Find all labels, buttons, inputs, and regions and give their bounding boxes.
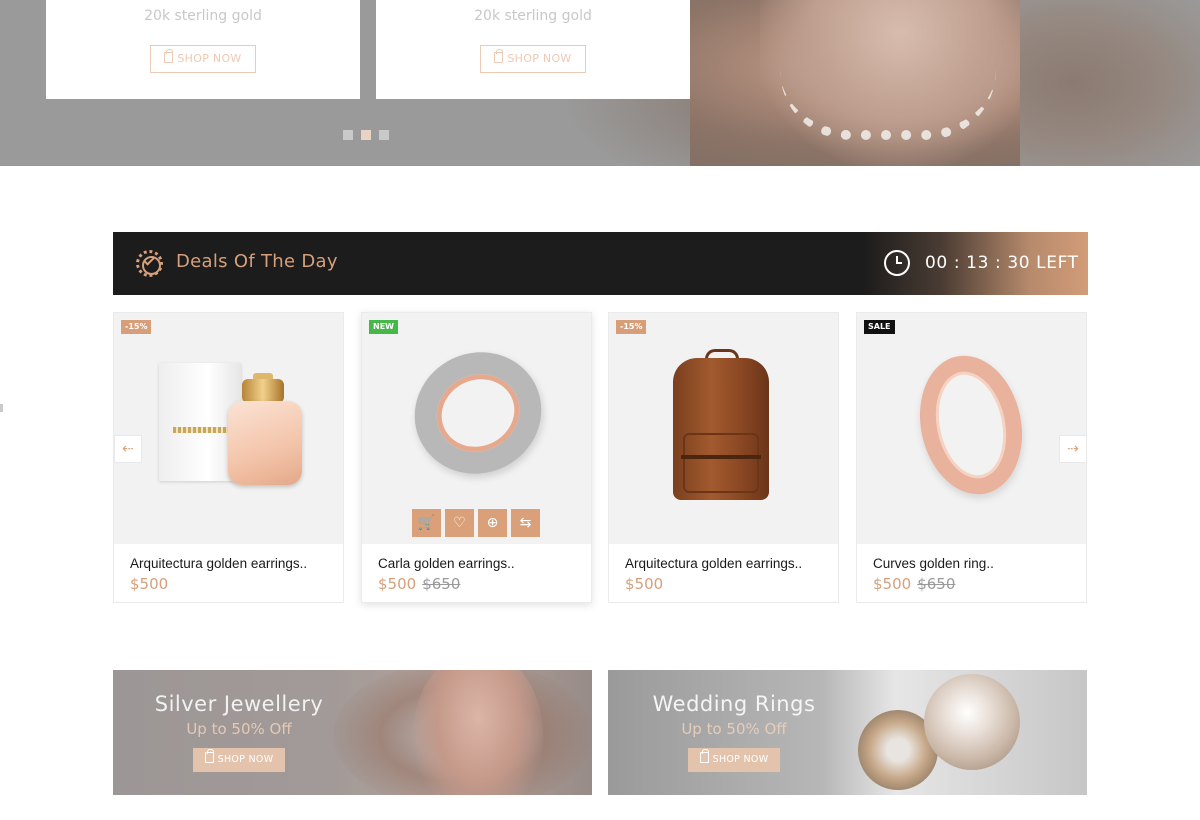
shop-now-button[interactable]: SHOP NOW xyxy=(688,748,780,772)
silver-rose-ring-image xyxy=(394,331,562,495)
slider-dot-active[interactable] xyxy=(361,130,371,140)
rose-gold-ring-image xyxy=(907,346,1035,504)
product-image[interactable]: -15% xyxy=(609,313,838,544)
product-card[interactable]: -15% Arquitectura golden earrings.. $500 xyxy=(608,312,839,603)
product-info: Arquitectura golden earrings.. $500 xyxy=(130,556,307,593)
perfume-bottle xyxy=(228,401,302,485)
product-price: $500 xyxy=(625,575,802,593)
shop-now-label: SHOP NOW xyxy=(507,52,572,65)
new-badge: NEW xyxy=(369,320,398,334)
deals-of-the-day-header: Deals Of The Day 00 : 13 : 30 LEFT xyxy=(113,232,1088,295)
hero-promo-card: 20k sterling gold SHOP NOW xyxy=(46,0,360,99)
quick-view-button[interactable]: ⊕ xyxy=(478,509,507,537)
product-info: Arquitectura golden earrings.. $500 xyxy=(625,556,802,593)
heart-icon: ♡ xyxy=(453,515,466,531)
product-card[interactable]: SALE Curves golden ring.. $500 $650 xyxy=(856,312,1087,603)
product-image[interactable]: SALE xyxy=(857,313,1086,544)
product-name[interactable]: Arquitectura golden earrings.. xyxy=(130,556,307,571)
banner-image-model xyxy=(413,670,543,795)
slider-dot[interactable] xyxy=(379,130,389,140)
current-price: $500 xyxy=(873,575,912,593)
promo-banner-silver[interactable]: Silver Jewellery Up to 50% Off SHOP NOW xyxy=(113,670,592,795)
clock-icon xyxy=(884,250,910,276)
hero-image-hair-right xyxy=(1020,0,1200,166)
product-info: Curves golden ring.. $500 $650 xyxy=(873,556,994,593)
side-indicator xyxy=(0,404,3,412)
hero-promo-card: 20k sterling gold SHOP NOW xyxy=(376,0,690,99)
arrow-left-icon: ⇠ xyxy=(122,441,134,457)
hero-card-subtitle: 20k sterling gold xyxy=(474,8,592,24)
old-price: $650 xyxy=(917,575,956,593)
countdown-timer: 00 : 13 : 30 LEFT xyxy=(925,253,1079,273)
shop-now-label: SHOP NOW xyxy=(217,754,274,765)
arrow-right-icon: ⇢ xyxy=(1067,441,1079,457)
zoom-icon: ⊕ xyxy=(486,515,499,531)
product-info: Carla golden earrings.. $500 $650 xyxy=(378,556,515,593)
product-card[interactable]: NEW 🛒 ♡ ⊕ ⇆ Carla golden earrings.. $500… xyxy=(361,312,592,603)
carousel-next-button[interactable]: ⇢ xyxy=(1059,435,1087,463)
sale-badge: SALE xyxy=(864,320,895,334)
deals-title: Deals Of The Day xyxy=(176,251,338,272)
product-price: $500 $650 xyxy=(378,575,515,593)
product-image[interactable]: -15% xyxy=(114,313,343,544)
product-actions: 🛒 ♡ ⊕ ⇆ xyxy=(412,509,540,537)
product-image[interactable]: NEW 🛒 ♡ ⊕ ⇆ xyxy=(362,313,591,544)
shop-now-label: SHOP NOW xyxy=(712,754,769,765)
cart-icon: 🛒 xyxy=(417,515,436,531)
current-price: $500 xyxy=(130,575,169,593)
discount-badge: -15% xyxy=(616,320,647,334)
add-to-cart-button[interactable]: 🛒 xyxy=(412,509,441,537)
compare-icon: ⇆ xyxy=(519,515,532,531)
product-name[interactable]: Curves golden ring.. xyxy=(873,556,994,571)
carousel-prev-button[interactable]: ⇠ xyxy=(114,435,142,463)
slider-pagination xyxy=(343,130,389,140)
shopping-bag-icon xyxy=(164,49,174,63)
discount-badge: -15% xyxy=(121,320,152,334)
perfume-cap xyxy=(242,379,284,403)
banner-subtitle: Up to 50% Off xyxy=(681,720,787,738)
current-price: $500 xyxy=(378,575,417,593)
banner-title: Wedding Rings xyxy=(652,692,816,716)
hero-card-subtitle: 20k sterling gold xyxy=(144,8,262,24)
shopping-bag-icon xyxy=(204,749,214,763)
product-price: $500 $650 xyxy=(873,575,994,593)
shop-now-button[interactable]: SHOP NOW xyxy=(193,748,285,772)
compare-button[interactable]: ⇆ xyxy=(511,509,540,537)
product-price: $500 xyxy=(130,575,307,593)
slider-dot[interactable] xyxy=(343,130,353,140)
shopping-bag-icon xyxy=(699,749,709,763)
current-price: $500 xyxy=(625,575,664,593)
banner-image-ring-large xyxy=(924,674,1020,770)
hero-slider: 20k sterling gold SHOP NOW 20k sterling … xyxy=(0,0,1200,166)
old-price: $650 xyxy=(422,575,461,593)
product-card[interactable]: -15% Arquitectura golden earrings.. $500 xyxy=(113,312,344,603)
shop-now-button[interactable]: SHOP NOW xyxy=(480,45,586,73)
product-name[interactable]: Arquitectura golden earrings.. xyxy=(625,556,802,571)
wishlist-button[interactable]: ♡ xyxy=(445,509,474,537)
promo-banner-wedding[interactable]: Wedding Rings Up to 50% Off SHOP NOW xyxy=(608,670,1087,795)
banner-title: Silver Jewellery xyxy=(154,692,324,716)
shopping-bag-icon xyxy=(494,49,504,63)
banner-subtitle: Up to 50% Off xyxy=(186,720,292,738)
shop-now-button[interactable]: SHOP NOW xyxy=(150,45,256,73)
product-name[interactable]: Carla golden earrings.. xyxy=(378,556,515,571)
shop-now-label: SHOP NOW xyxy=(177,52,242,65)
